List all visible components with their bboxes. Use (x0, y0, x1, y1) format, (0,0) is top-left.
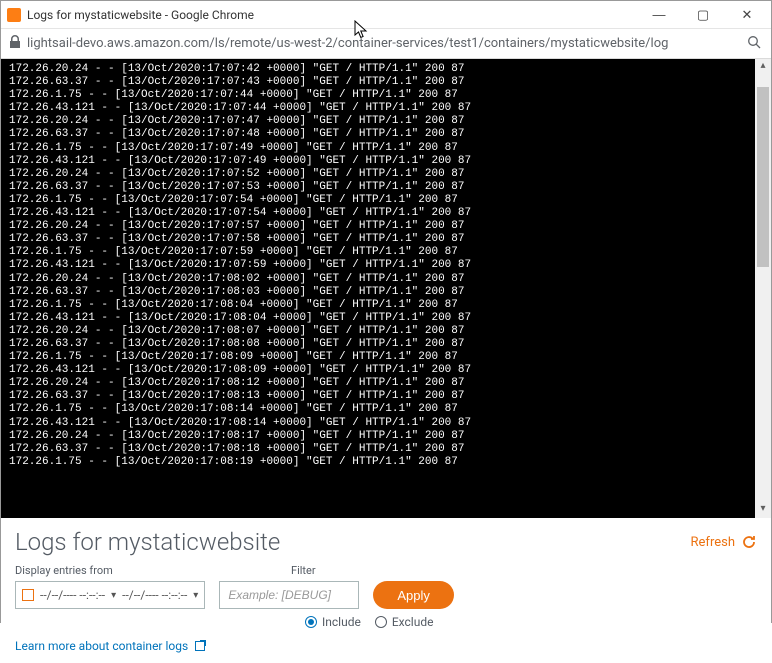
log-output[interactable]: 172.26.20.24 - - [13/Oct/2020:17:07:42 +… (1, 59, 771, 518)
lock-icon (9, 35, 21, 52)
learn-more-row: Learn more about container logs (15, 639, 757, 653)
date-from-value: --/--/---- --:--:-- (40, 588, 105, 602)
window-buttons: — ▢ ✕ (637, 2, 769, 28)
scrollbar-thumb[interactable] (757, 87, 769, 267)
minimize-button[interactable]: — (637, 2, 681, 28)
window-title: Logs for mystaticwebsite - Google Chrome (27, 8, 637, 22)
chevron-down-icon: ▾ (111, 590, 116, 601)
radio-unchecked-icon (375, 616, 387, 628)
address-bar: lightsail-devo.aws.amazon.com/ls/remote/… (1, 29, 771, 59)
date-from-field[interactable]: --/--/---- --:--:-- ▾ --/--/---- --:--:-… (15, 581, 205, 609)
learn-more-link[interactable]: Learn more about container logs (15, 639, 205, 653)
date-to-value: --/--/---- --:--:-- (122, 588, 187, 602)
include-radio[interactable]: Include (305, 615, 361, 629)
include-label: Include (322, 615, 361, 629)
refresh-label: Refresh (691, 535, 735, 550)
display-from-label: Display entries from (15, 564, 271, 577)
calendar-icon (22, 589, 34, 601)
refresh-button[interactable]: Refresh (691, 534, 757, 550)
url-text[interactable]: lightsail-devo.aws.amazon.com/ls/remote/… (27, 36, 741, 51)
chevron-down-icon: ▾ (193, 590, 198, 601)
scroll-up-arrow[interactable]: ▴ (755, 59, 771, 75)
exclude-label: Exclude (392, 615, 434, 629)
log-text: 172.26.20.24 - - [13/Oct/2020:17:07:42 +… (9, 63, 763, 469)
filter-label: Filter (291, 564, 316, 577)
app-icon (7, 8, 21, 22)
window-titlebar: Logs for mystaticwebsite - Google Chrome… (1, 1, 771, 29)
filter-input[interactable] (219, 581, 359, 609)
external-link-icon (195, 641, 205, 651)
close-button[interactable]: ✕ (725, 2, 769, 28)
maximize-button[interactable]: ▢ (681, 2, 725, 28)
search-icon[interactable] (747, 35, 761, 52)
learn-more-label: Learn more about container logs (15, 639, 188, 653)
page-title: Logs for mystaticwebsite (15, 528, 280, 556)
refresh-icon (741, 534, 757, 550)
apply-button[interactable]: Apply (373, 581, 454, 609)
scroll-down-arrow[interactable]: ▾ (755, 502, 771, 518)
scrollbar[interactable]: ▴ ▾ (755, 59, 771, 518)
radio-checked-icon (305, 616, 317, 628)
controls-panel: Logs for mystaticwebsite Refresh Display… (1, 518, 771, 663)
exclude-radio[interactable]: Exclude (375, 615, 434, 629)
